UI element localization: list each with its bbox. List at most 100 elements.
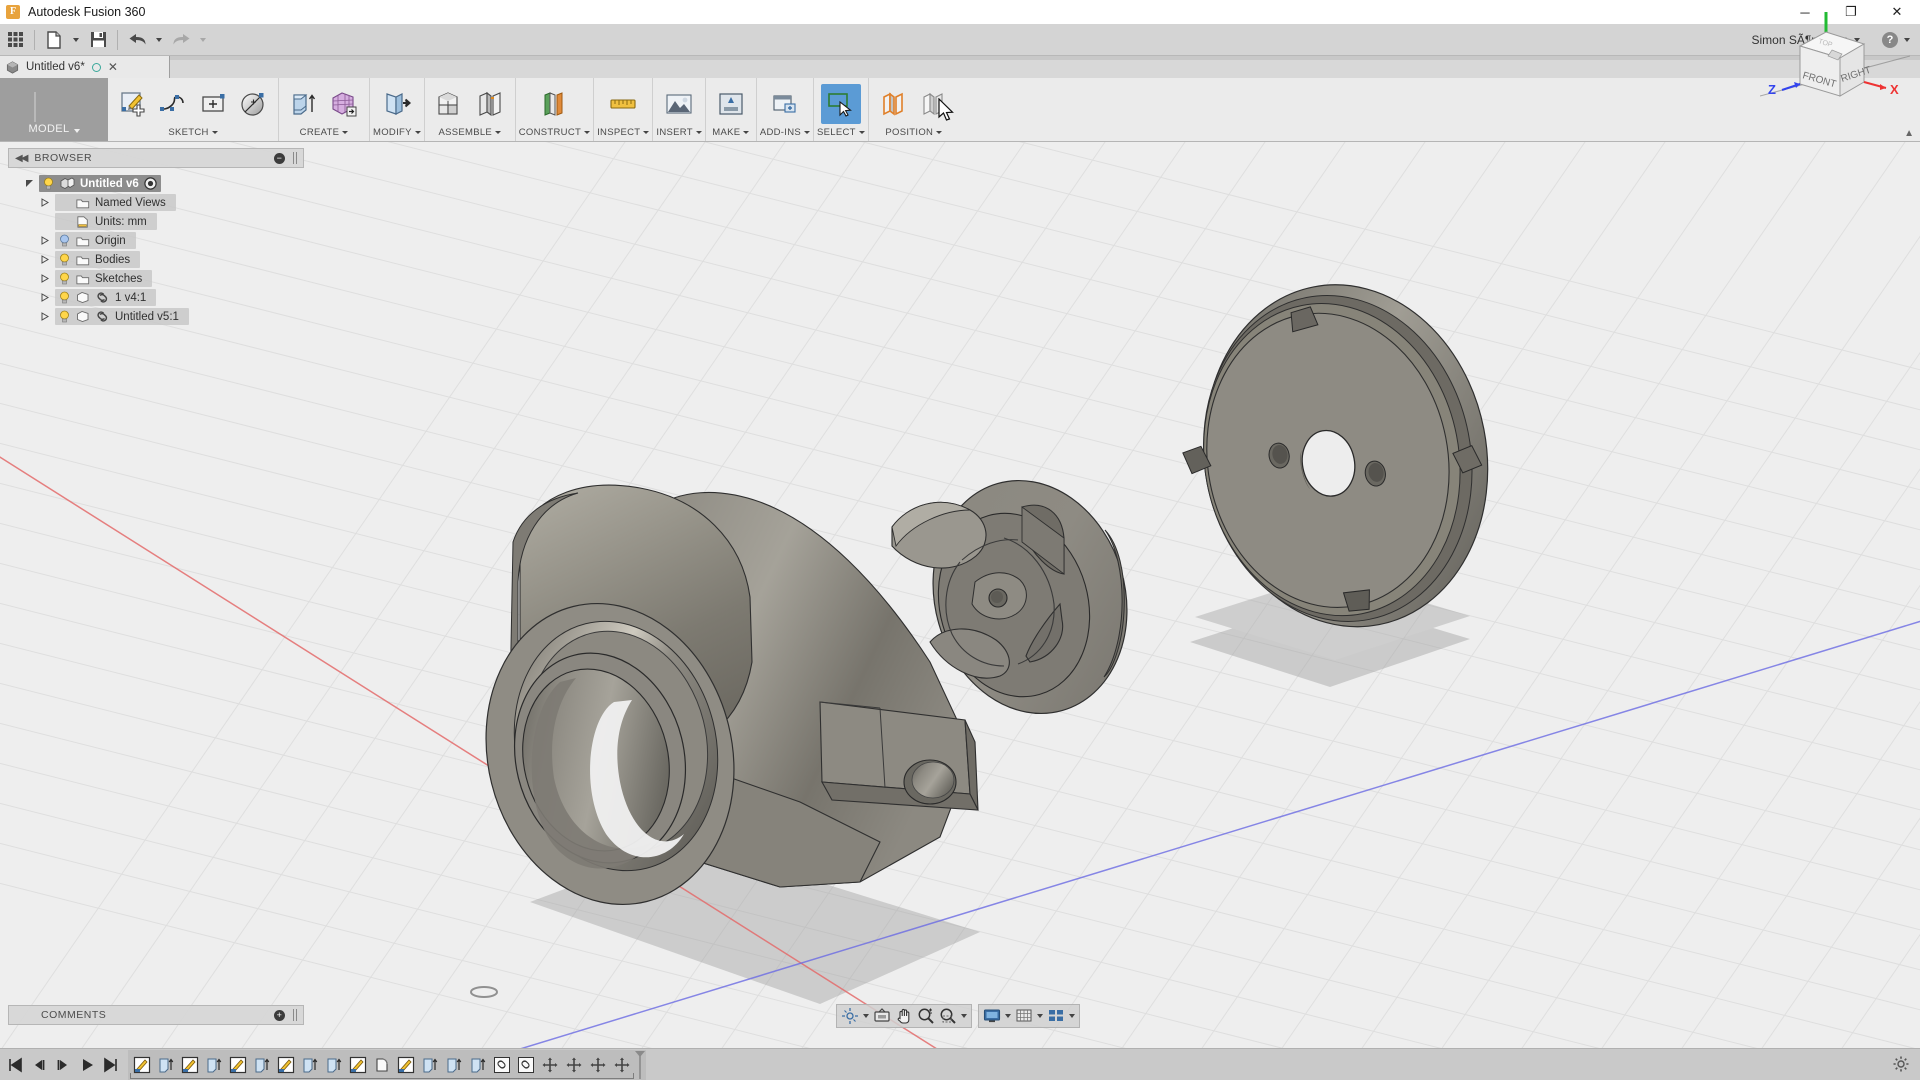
sync-circle-icon[interactable]: [92, 63, 101, 72]
bulb-icon-yellow[interactable]: [58, 253, 71, 266]
grid-icon[interactable]: [1013, 1005, 1035, 1027]
grid-chevron-down-icon[interactable]: [1035, 1005, 1045, 1027]
new-component-button[interactable]: [430, 84, 470, 124]
ribbon-group-label-select[interactable]: SELECT: [817, 127, 865, 141]
timeline-settings-gear-icon[interactable]: [1892, 1055, 1912, 1075]
ribbon-group-label-sketch[interactable]: SKETCH: [168, 127, 217, 141]
bulb-icon-blue[interactable]: [58, 234, 71, 247]
ribbon-group-label-position[interactable]: POSITION: [885, 127, 942, 141]
addins-button[interactable]: [765, 84, 805, 124]
ribbon-group-sketch: SKETCH: [108, 78, 279, 141]
plus-circle-icon[interactable]: −: [274, 153, 285, 164]
grip-icon[interactable]: [293, 1009, 297, 1021]
pan-hand-icon[interactable]: [893, 1005, 915, 1027]
undo-button[interactable]: [122, 26, 152, 54]
ribbon-group-label-inspect[interactable]: INSPECT: [597, 127, 649, 141]
viewports-icon[interactable]: [1045, 1005, 1067, 1027]
display-chevron-down-icon[interactable]: [1003, 1005, 1013, 1027]
show-data-panel-button[interactable]: [0, 26, 30, 54]
bulb-icon-yellow[interactable]: [42, 177, 55, 190]
create-box-button[interactable]: [324, 84, 364, 124]
select-window-button[interactable]: [821, 84, 861, 124]
tree-item-1-v4-1[interactable]: 1 v4:1: [8, 288, 304, 307]
comments-panel[interactable]: COMMENTS +: [8, 1005, 304, 1025]
timeline-play-button[interactable]: [76, 1053, 98, 1077]
monitor-icon[interactable]: [981, 1005, 1003, 1027]
ribbon-group-label-modify[interactable]: MODIFY: [373, 127, 421, 141]
file-menu-caret[interactable]: [69, 26, 83, 54]
component-cube-icon: [60, 177, 75, 190]
file-menu-button[interactable]: [39, 26, 69, 54]
spline-button[interactable]: [153, 84, 193, 124]
workspace-switcher[interactable]: MODEL: [0, 78, 108, 141]
timeline-step-forward-button[interactable]: [52, 1053, 74, 1077]
3d-print-button[interactable]: [711, 84, 751, 124]
expand-arrow-collapsed-icon[interactable]: [38, 198, 52, 207]
align-button[interactable]: [914, 84, 954, 124]
expand-arrow-collapsed-icon[interactable]: [38, 236, 52, 245]
bulb-icon-yellow[interactable]: [58, 310, 71, 323]
tree-item-untitled-v5-1[interactable]: Untitled v5:1: [8, 307, 304, 326]
redo-caret[interactable]: [196, 26, 210, 54]
orbit-icon[interactable]: [839, 1005, 861, 1027]
insert-mesh-button[interactable]: [659, 84, 699, 124]
look-at-icon[interactable]: [871, 1005, 893, 1027]
activate-radio-icon[interactable]: [144, 177, 157, 190]
comments-label: COMMENTS: [41, 1009, 106, 1021]
redo-button[interactable]: [166, 26, 196, 54]
save-button[interactable]: [83, 26, 113, 54]
ribbon-group-label-assemble[interactable]: ASSEMBLE: [438, 127, 501, 141]
undo-caret[interactable]: [152, 26, 166, 54]
tree-item-origin[interactable]: Origin: [8, 231, 304, 250]
measure-button[interactable]: [603, 84, 643, 124]
qat-separator-2: [117, 30, 118, 50]
ribbon-group-modify: MODIFY: [370, 78, 425, 141]
viewports-chevron-down-icon[interactable]: [1067, 1005, 1077, 1027]
tree-item-bodies[interactable]: Bodies: [8, 250, 304, 269]
expand-arrow-collapsed-icon[interactable]: [38, 274, 52, 283]
document-tab-strip: Untitled v6* ✕: [0, 56, 1920, 78]
create-sketch-button[interactable]: [113, 84, 153, 124]
tree-item-untitled-v6[interactable]: Untitled v6: [8, 174, 304, 193]
tree-chip: Untitled v6: [39, 175, 161, 192]
joint-button[interactable]: [470, 84, 510, 124]
bulb-icon-yellow[interactable]: [58, 291, 71, 304]
circle-button[interactable]: [233, 84, 273, 124]
press-pull-button[interactable]: [377, 84, 417, 124]
expand-arrow-expanded-icon[interactable]: [22, 179, 36, 188]
timeline-step-back-button[interactable]: [28, 1053, 50, 1077]
ribbon-group-label-addins[interactable]: ADD-INS: [760, 127, 810, 141]
expand-arrow-collapsed-icon[interactable]: [38, 255, 52, 264]
timeline-track[interactable]: [128, 1050, 646, 1080]
timeline-go-to-end-button[interactable]: [100, 1053, 122, 1077]
tree-item-label: Named Views: [95, 197, 166, 209]
tree-item-units[interactable]: Units: mm: [8, 212, 304, 231]
align-active-button[interactable]: [874, 84, 914, 124]
view-cube[interactable]: FRONT RIGHT TOP Z X: [1760, 10, 1910, 140]
ribbon-group-label-create[interactable]: CREATE: [300, 127, 349, 141]
timeline-end-marker[interactable]: [634, 1050, 644, 1080]
expand-arrow-collapsed-icon[interactable]: [38, 293, 52, 302]
tree-item-named-views[interactable]: Named Views: [8, 193, 304, 212]
tree-item-label: Untitled v5:1: [115, 311, 179, 323]
ribbon-group-label-insert[interactable]: INSERT: [656, 127, 701, 141]
zoom-chevron-down-icon[interactable]: [959, 1005, 969, 1027]
plus-circle-icon[interactable]: +: [274, 1010, 285, 1021]
zoom-window-icon[interactable]: [937, 1005, 959, 1027]
double-chevron-left-icon[interactable]: ◀◀: [15, 153, 26, 164]
document-units-icon: [76, 216, 90, 228]
ribbon-group-label-make[interactable]: MAKE: [712, 127, 749, 141]
orbit-chevron-down-icon[interactable]: [861, 1005, 871, 1027]
rectangle-button[interactable]: [193, 84, 233, 124]
document-tab[interactable]: Untitled v6* ✕: [0, 56, 170, 78]
close-icon[interactable]: ✕: [108, 61, 118, 73]
zoom-magnifier-icon[interactable]: [915, 1005, 937, 1027]
expand-arrow-collapsed-icon[interactable]: [38, 312, 52, 321]
tree-item-sketches[interactable]: Sketches: [8, 269, 304, 288]
extrude-button[interactable]: [284, 84, 324, 124]
offset-plane-button[interactable]: [534, 84, 574, 124]
ribbon-group-label-construct[interactable]: CONSTRUCT: [519, 127, 590, 141]
timeline-go-to-beginning-button[interactable]: [4, 1053, 26, 1077]
bulb-icon-yellow[interactable]: [58, 272, 71, 285]
grip-icon[interactable]: [293, 152, 297, 164]
